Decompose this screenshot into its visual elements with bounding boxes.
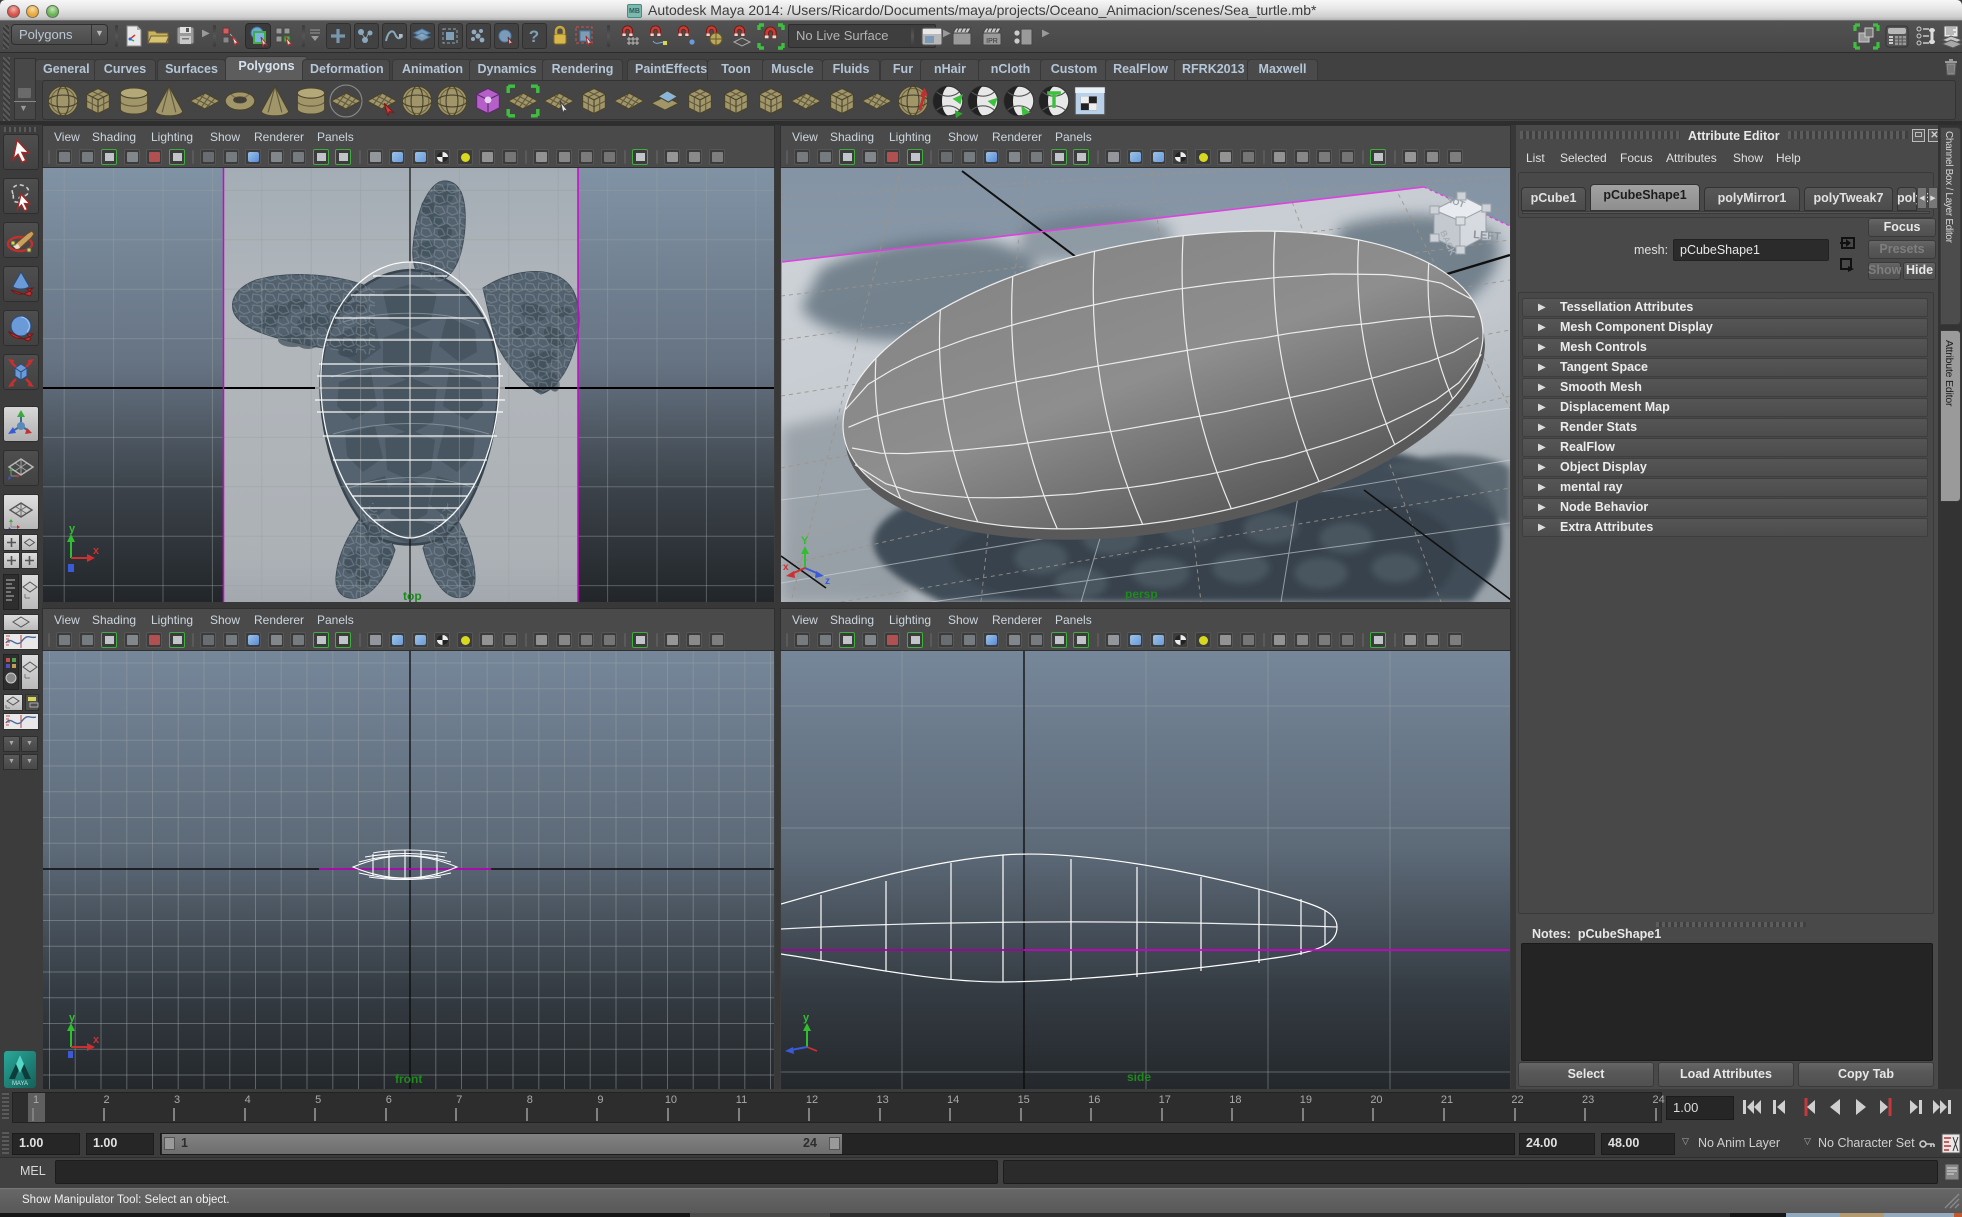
svg-text:MAYA: MAYA bbox=[12, 1081, 28, 1087]
svg-text:y: y bbox=[69, 1012, 76, 1024]
svg-text:x: x bbox=[93, 545, 100, 557]
svg-text:y: y bbox=[803, 1012, 810, 1024]
svg-text:x: x bbox=[783, 562, 789, 573]
svg-text:LEFT: LEFT bbox=[1473, 229, 1502, 243]
svg-text:?: ? bbox=[529, 27, 539, 46]
svg-text:IPR: IPR bbox=[986, 38, 998, 45]
svg-text:top: top bbox=[403, 589, 422, 602]
svg-text:z: z bbox=[825, 576, 830, 587]
svg-text:x: x bbox=[93, 1034, 100, 1046]
svg-text:y: y bbox=[69, 523, 76, 535]
svg-text:front: front bbox=[395, 1072, 422, 1086]
svg-text:side: side bbox=[1127, 1070, 1151, 1084]
svg-text:Y: Y bbox=[801, 535, 809, 547]
svg-text:persp: persp bbox=[1125, 587, 1158, 601]
